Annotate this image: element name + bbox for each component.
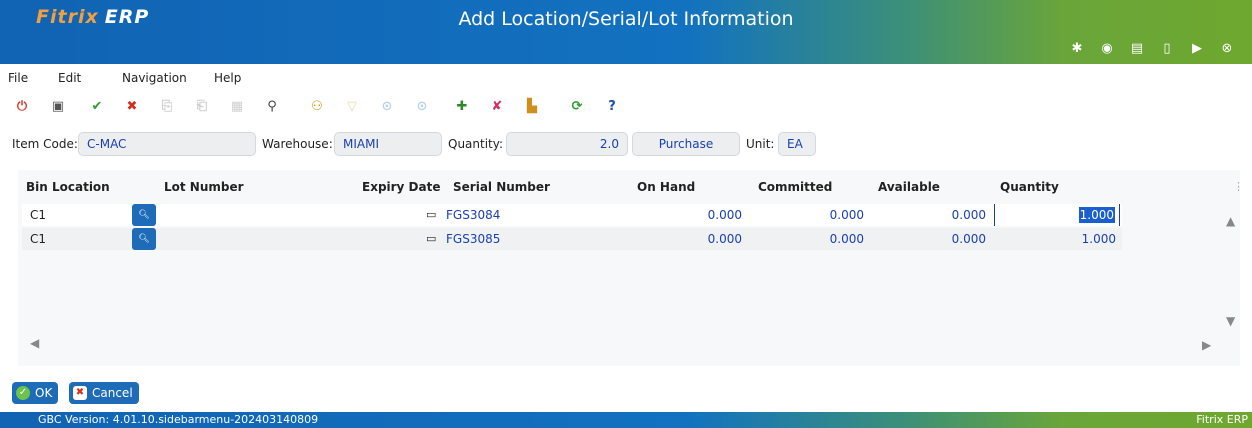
gear-icon[interactable]: ✱ (1062, 40, 1092, 58)
copy-icon[interactable]: ⎘ (157, 96, 177, 116)
add-row-icon[interactable]: ✚ (452, 96, 472, 116)
quantity-label: Quantity: (448, 137, 504, 151)
title-bar: Fitrix ERP Add Location/Serial/Lot Inform… (0, 0, 1252, 64)
scroll-down-icon[interactable]: ▼ (1226, 314, 1235, 328)
blank-page-icon[interactable]: ▯ (1152, 40, 1182, 58)
column-quantity[interactable]: Quantity (1000, 180, 1059, 194)
power-icon[interactable]: ⏻ (12, 96, 32, 116)
delete-row-icon[interactable]: ✘ (487, 96, 507, 116)
menu-edit[interactable]: Edit (58, 66, 81, 90)
item-code-label: Item Code: (12, 137, 78, 151)
grid-icon[interactable]: ▦ (227, 96, 247, 116)
target-icon[interactable]: ◉ (1092, 40, 1122, 58)
bin-location-cell[interactable]: C1 (30, 228, 46, 250)
unit-label: Unit: (746, 137, 775, 151)
filter-icon[interactable]: ▽ (342, 96, 362, 116)
column-lot-number[interactable]: Lot Number (164, 180, 244, 194)
down-circle-icon[interactable]: ⊙ (377, 96, 397, 116)
lot-number-cell[interactable] (162, 228, 342, 250)
detail-grid (18, 170, 1240, 366)
serial-number-cell[interactable]: FGS3085 (446, 228, 500, 250)
status-bar: GBC Version: 4.01.10.sidebarmenu-2024031… (0, 412, 1252, 428)
lot-number-cell[interactable] (162, 204, 342, 226)
column-bin-location[interactable]: Bin Location (26, 180, 110, 194)
on-hand-cell: 0.000 (707, 232, 742, 246)
transaction-type-field[interactable]: Purchase (632, 132, 740, 156)
ok-label: OK (35, 386, 53, 400)
check-icon: ✓ (16, 386, 30, 400)
column-options-icon[interactable]: ⋮ (1233, 180, 1244, 193)
help-icon[interactable]: ? (602, 96, 622, 116)
scroll-left-icon[interactable]: ◀ (30, 336, 39, 350)
cancel-icon[interactable]: ✖ (122, 96, 142, 116)
quantity-cell[interactable]: 1.000 (994, 228, 1116, 250)
up-circle-icon[interactable]: ⊙ (412, 96, 432, 116)
scroll-right-icon[interactable]: ▶ (1202, 338, 1211, 352)
title-bar-actions: ✱ ◉ ▤ ▯ ▶ ⊗ (1062, 40, 1242, 58)
lookup-icon[interactable]: 🔍︎ (132, 204, 156, 226)
available-cell: 0.000 (951, 232, 986, 246)
calendar-icon[interactable]: ▭ (426, 232, 440, 246)
lookup-icon[interactable]: 🔍︎ (132, 228, 156, 250)
quantity-selected-text: 1.000 (1078, 207, 1115, 223)
window-title: Add Location/Serial/Lot Information (458, 8, 794, 30)
chart-icon[interactable]: ▙ (522, 96, 542, 116)
column-serial-number[interactable]: Serial Number (453, 180, 550, 194)
committed-cell: 0.000 (829, 208, 864, 222)
unit-field[interactable]: EA (778, 132, 816, 156)
copy-window-icon[interactable]: ▣ (48, 96, 68, 116)
bin-location-cell[interactable]: C1 (30, 204, 46, 226)
column-committed[interactable]: Committed (758, 180, 832, 194)
menu-navigation[interactable]: Navigation (122, 66, 187, 90)
paste-icon[interactable]: ⎗ (192, 96, 212, 116)
table-row[interactable]: C1 🔍︎ ▭ FGS3084 0.000 0.000 0.000 1.000 (22, 204, 1122, 226)
cancel-x-icon: ✖ (73, 386, 87, 400)
cancel-label: Cancel (92, 386, 133, 400)
committed-cell: 0.000 (829, 232, 864, 246)
table-row[interactable]: C1 🔍︎ ▭ FGS3085 0.000 0.000 0.000 1.000 (22, 228, 1122, 250)
on-hand-cell: 0.000 (707, 208, 742, 222)
close-icon[interactable]: ⊗ (1212, 40, 1242, 58)
version-text: GBC Version: 4.01.10.sidebarmenu-2024031… (38, 413, 319, 426)
warehouse-field[interactable]: MIAMI (334, 132, 442, 156)
item-code-field[interactable]: C-MAC (78, 132, 256, 156)
menu-file[interactable]: File (8, 66, 28, 90)
column-on-hand[interactable]: On Hand (637, 180, 695, 194)
document-icon[interactable]: ▤ (1122, 40, 1152, 58)
scroll-up-icon[interactable]: ▲ (1226, 214, 1235, 228)
column-available[interactable]: Available (878, 180, 940, 194)
refresh-icon[interactable]: ⟳ (567, 96, 587, 116)
available-cell: 0.000 (951, 208, 986, 222)
brand-text: Fitrix ERP (1196, 413, 1248, 426)
play-icon[interactable]: ▶ (1182, 40, 1212, 58)
accept-icon[interactable]: ✔ (87, 96, 107, 116)
calendar-icon[interactable]: ▭ (426, 208, 440, 222)
cancel-button[interactable]: ✖ Cancel (69, 382, 139, 404)
warehouse-label: Warehouse: (262, 137, 333, 151)
menu-help[interactable]: Help (214, 66, 241, 90)
quantity-input[interactable]: 1.000 (994, 204, 1120, 226)
column-expiry-date[interactable]: Expiry Date (362, 180, 441, 194)
quantity-field[interactable]: 2.0 (506, 132, 628, 156)
search-icon[interactable]: ⚲ (262, 96, 282, 116)
user-search-icon[interactable]: ⚇ (307, 96, 327, 116)
serial-number-cell[interactable]: FGS3084 (446, 204, 500, 226)
ok-button[interactable]: ✓ OK (12, 382, 59, 404)
